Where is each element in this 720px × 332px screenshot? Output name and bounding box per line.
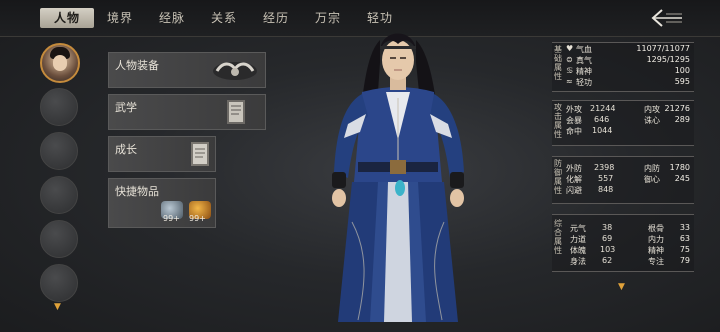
stat-label: 外攻	[566, 105, 582, 114]
character-slot-empty[interactable]	[40, 132, 78, 170]
stat-label: 身法	[570, 257, 586, 266]
stat-value: 33	[679, 223, 690, 232]
stat-label: 闪避	[566, 186, 582, 195]
flask-icon: ⊜	[566, 55, 573, 64]
stat-value: 21276	[664, 104, 690, 113]
quick-item-count: 99+	[163, 214, 180, 223]
equipment-panel[interactable]: 人物装备	[108, 52, 266, 88]
stat-value: 595	[674, 77, 690, 86]
stat-label: 专注	[648, 257, 664, 266]
martial-arts-label: 武学	[115, 101, 137, 114]
stat-value: 63	[679, 234, 690, 243]
scroll-down-arrow-icon[interactable]: ▼	[54, 302, 61, 312]
character-screen: 人物 境界 经脉 关系 经历 万宗 轻功 ▼ 人物装备 武学 成长 快捷物品 9…	[0, 0, 720, 332]
quick-items-panel[interactable]: 快捷物品 99+ 99+	[108, 178, 216, 228]
stat-label: 根骨	[648, 224, 664, 233]
stat-value: 103	[600, 245, 616, 254]
stat-label: 命中	[566, 127, 582, 136]
growth-label: 成长	[115, 143, 137, 156]
character-list: ▼	[36, 40, 84, 330]
stat-label: 力道	[570, 235, 586, 244]
character-portrait	[332, 33, 464, 322]
category-label: 防御属性	[554, 159, 562, 195]
stat-value: 69	[602, 234, 613, 243]
category-label: 综合属性	[554, 219, 562, 255]
character-slot-empty[interactable]	[40, 220, 78, 258]
stat-label: 化解	[566, 175, 582, 184]
stat-value: 38	[602, 223, 613, 232]
stat-value: 848	[598, 185, 614, 194]
stat-value: 11077/11077	[636, 44, 690, 53]
category-label: 基础属性	[554, 45, 562, 81]
character-slot-empty[interactable]	[40, 264, 78, 302]
stat-label: 体魄	[570, 246, 586, 255]
stat-label: 诛心	[644, 116, 660, 125]
stat-label: 元气	[570, 224, 586, 233]
stat-value: 75	[679, 245, 690, 254]
character-avatar-selected[interactable]	[40, 43, 80, 83]
stat-value: 245	[674, 174, 690, 183]
equipment-icon	[213, 62, 257, 80]
category-label: 攻击属性	[554, 103, 562, 139]
character-slot-empty[interactable]	[40, 88, 78, 126]
quick-items-label: 快捷物品	[115, 185, 159, 198]
back-arrow-icon[interactable]	[648, 8, 684, 28]
dash-icon: ≈	[566, 77, 573, 86]
stat-value: 1295/1295	[646, 55, 690, 64]
growth-panel[interactable]: 成长	[108, 136, 216, 172]
stat-value: 1780	[669, 163, 690, 172]
scroll-book-icon	[227, 100, 245, 124]
more-stats-arrow-icon[interactable]: ▼	[618, 282, 625, 292]
stat-value: 21244	[590, 104, 616, 113]
martial-arts-panel[interactable]: 武学	[108, 94, 266, 130]
character-slot-empty[interactable]	[40, 176, 78, 214]
combined-attributes-panel: 综合属性 元气 38 根骨 33 力道 69 内力 63 体魄 103 精神 7…	[552, 214, 694, 272]
stat-label: 精神	[648, 246, 664, 255]
growth-scroll-icon	[191, 142, 209, 166]
heart-icon: ♥	[566, 44, 574, 53]
stat-label: 轻功	[576, 78, 592, 87]
tab-experience[interactable]: 经历	[256, 8, 296, 28]
quick-item-count: 99+	[189, 214, 206, 223]
stat-label: 外防	[566, 164, 582, 173]
swirl-icon: ♋	[566, 66, 574, 75]
offense-attributes-panel: 攻击属性 外攻 21244 内攻 21276 会暴 646 诛心 289 命中 …	[552, 100, 694, 146]
equipment-label: 人物装备	[115, 59, 159, 72]
stat-label: 内攻	[644, 105, 660, 114]
tab-relations[interactable]: 关系	[204, 8, 244, 28]
stat-label: 御心	[644, 175, 660, 184]
stat-value: 2398	[594, 163, 615, 172]
stat-value: 62	[602, 256, 613, 265]
stat-value: 557	[598, 174, 614, 183]
stat-label: 精神	[576, 67, 592, 76]
stat-value: 100	[674, 66, 690, 75]
defense-attributes-panel: 防御属性 外防 2398 内防 1780 化解 557 御心 245 闪避 84…	[552, 156, 694, 204]
stat-value: 289	[674, 115, 690, 124]
tab-meridians[interactable]: 经脉	[152, 8, 192, 28]
stat-value: 79	[679, 256, 690, 265]
stat-label: 会暴	[566, 116, 582, 125]
stat-label: 气血	[576, 45, 592, 54]
stat-label: 真气	[576, 56, 592, 65]
stat-label: 内防	[644, 164, 660, 173]
tab-character[interactable]: 人物	[40, 8, 94, 28]
stat-value: 1044	[592, 126, 613, 135]
stat-value: 646	[594, 115, 610, 124]
stat-label: 内力	[648, 235, 664, 244]
tab-realm[interactable]: 境界	[100, 8, 140, 28]
basic-attributes-panel: 基础属性 ♥ 气血 11077/11077 ⊜ 真气 1295/1295 ♋ 精…	[552, 42, 694, 92]
